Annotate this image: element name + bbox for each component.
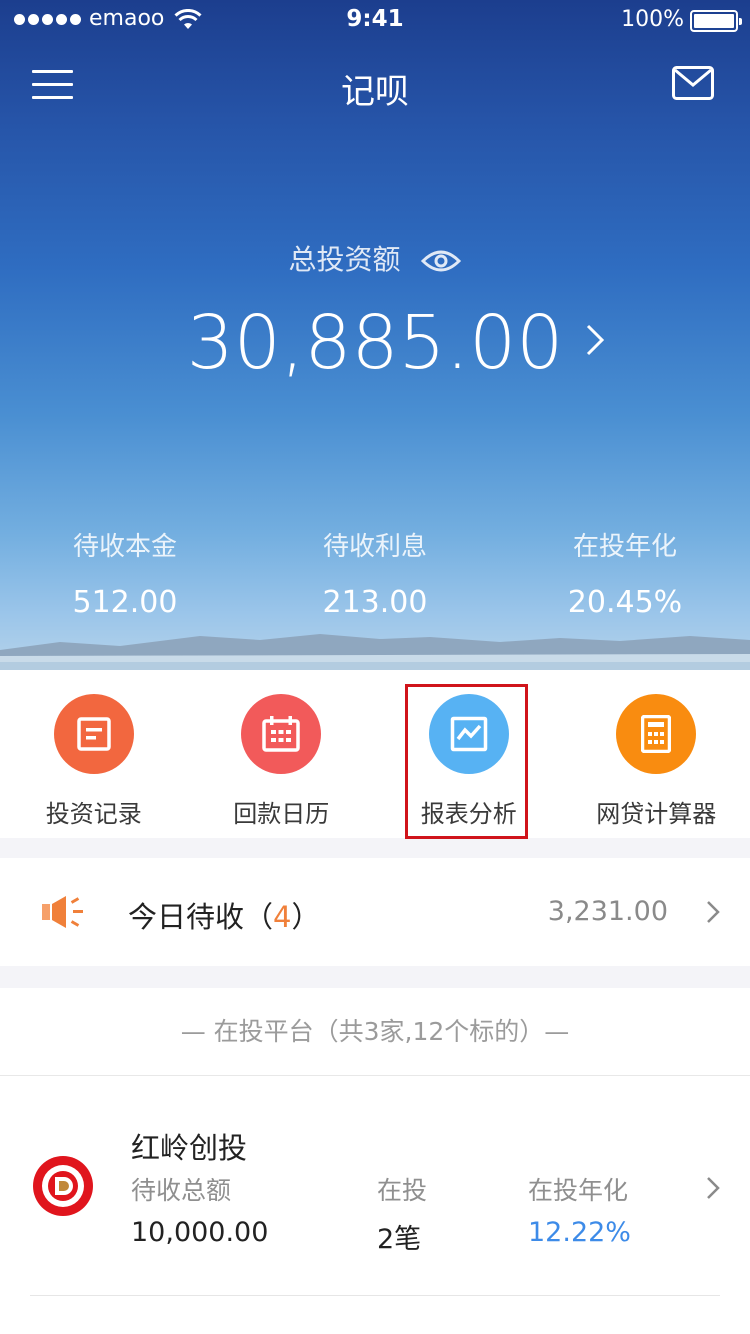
hero-banner: emaoo 9:41 100% 记呗 总投资额 30,885.00 待收本金 5… bbox=[0, 0, 750, 670]
nav-bar: 记呗 bbox=[0, 60, 750, 112]
platform-logo bbox=[33, 1156, 93, 1216]
chevron-right-icon bbox=[707, 1177, 720, 1199]
quick-action-label: 网贷计算器 bbox=[596, 800, 717, 828]
platform-invest-label: 在投 bbox=[377, 1176, 428, 1205]
stat-pending-principal: 待收本金 512.00 bbox=[0, 526, 250, 620]
chart-icon bbox=[428, 694, 509, 774]
quick-action-report-analysis[interactable]: 报表分析 bbox=[375, 670, 563, 838]
quick-actions: 投资记录 回款日历 报表分析 网贷计算器 bbox=[0, 670, 750, 838]
calculator-icon bbox=[616, 694, 697, 774]
stat-annual-rate: 在投年化 20.45% bbox=[500, 526, 750, 620]
quick-action-repayment-calendar[interactable]: 回款日历 bbox=[188, 670, 376, 838]
status-bar: emaoo 9:41 100% bbox=[0, 0, 750, 40]
document-icon bbox=[53, 694, 134, 774]
speaker-icon bbox=[42, 896, 83, 928]
platforms-header: — 在投平台（共3家,12个标的）— bbox=[0, 988, 750, 1076]
stat-label: 在投年化 bbox=[572, 532, 677, 562]
calendar-icon bbox=[241, 694, 322, 774]
quick-action-label: 报表分析 bbox=[420, 800, 517, 828]
platform-rate-label: 在投年化 bbox=[528, 1176, 629, 1205]
divider bbox=[30, 1295, 720, 1296]
today-due-row[interactable]: 今日待收（4） 3,231.00 bbox=[0, 858, 750, 966]
platform-rate-value: 12.22% bbox=[528, 1217, 631, 1248]
chevron-right-icon[interactable] bbox=[584, 322, 606, 358]
platform-name: 红岭创投 bbox=[131, 1131, 248, 1165]
stat-value: 20.45% bbox=[567, 585, 683, 620]
platform-active-count: 在投 2笔 bbox=[377, 1171, 427, 1256]
today-due-amount: 3,231.00 bbox=[547, 896, 668, 927]
total-investment-label: 总投资额 bbox=[0, 238, 750, 278]
platform-invest-value: 2笔 bbox=[377, 1224, 422, 1255]
mountain-landscape bbox=[0, 634, 750, 670]
today-due-label: 今日待收（4） bbox=[128, 894, 320, 936]
stat-value: 213.00 bbox=[322, 585, 428, 620]
page-title: 记呗 bbox=[341, 72, 409, 112]
platform-row[interactable]: 红岭创投 待收总额 10,000.00 在投 2笔 在投年化 12.22% bbox=[0, 1077, 750, 1297]
stat-value: 512.00 bbox=[72, 585, 178, 620]
today-due-count: 4 bbox=[273, 900, 292, 934]
stat-label: 待收本金 bbox=[72, 532, 177, 562]
platform-due-value: 10,000.00 bbox=[131, 1217, 269, 1248]
today-due-label-suffix: ） bbox=[291, 900, 321, 934]
platform-due-total: 待收总额 10,000.00 bbox=[131, 1171, 268, 1248]
eye-icon[interactable] bbox=[421, 248, 462, 274]
platforms-section: — 在投平台（共3家,12个标的）— 红岭创投 待收总额 10,000.00 在… bbox=[0, 988, 750, 1334]
quick-action-label: 回款日历 bbox=[233, 800, 330, 828]
battery-icon bbox=[690, 10, 742, 32]
mail-icon[interactable] bbox=[672, 66, 714, 100]
today-due-label-prefix: 今日待收（ bbox=[128, 900, 274, 934]
platform-due-label: 待收总额 bbox=[131, 1176, 232, 1205]
battery-percent: 100% bbox=[621, 7, 684, 32]
total-investment-amount[interactable]: 30,885.00 bbox=[0, 300, 750, 386]
platform-annual-rate: 在投年化 12.22% bbox=[528, 1171, 631, 1248]
quick-action-label: 投资记录 bbox=[45, 800, 142, 828]
quick-action-loan-calculator[interactable]: 网贷计算器 bbox=[563, 670, 750, 838]
summary-stats: 待收本金 512.00 待收利息 213.00 在投年化 20.45% bbox=[0, 526, 750, 620]
stat-pending-interest: 待收利息 213.00 bbox=[250, 526, 500, 620]
quick-action-investment-records[interactable]: 投资记录 bbox=[0, 670, 188, 838]
chevron-right-icon bbox=[707, 901, 720, 923]
total-label-text: 总投资额 bbox=[288, 243, 401, 276]
stat-label: 待收利息 bbox=[322, 532, 427, 562]
